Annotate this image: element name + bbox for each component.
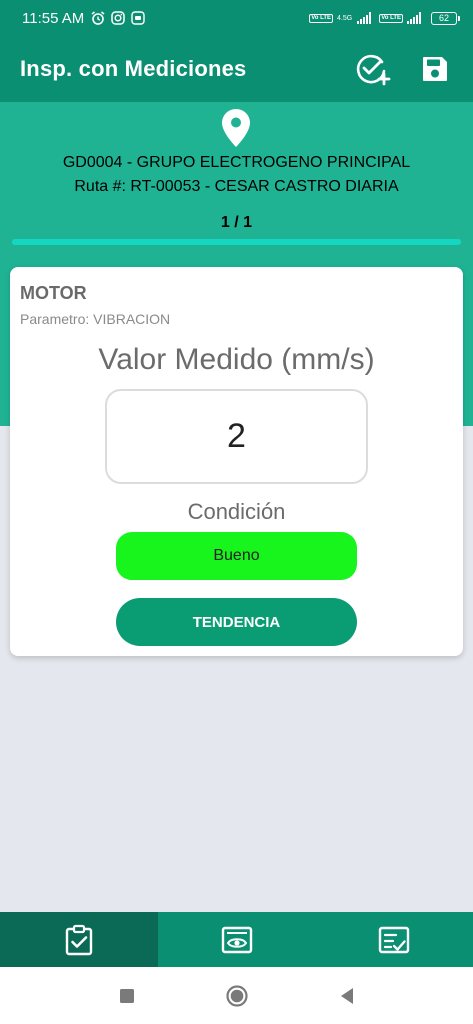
condition-label: Condición	[187, 499, 286, 524]
view-icon	[221, 926, 252, 953]
battery-icon: 62	[431, 11, 460, 25]
volte-badge-1: Vo LTE	[309, 13, 334, 23]
condition-status: Bueno	[116, 532, 357, 580]
tab-view[interactable]	[158, 912, 316, 967]
measurement-card: MOTOR Parametro: VIBRACION Valor Medido …	[10, 267, 463, 656]
status-time: 11:55 AM	[22, 9, 85, 27]
back-icon[interactable]	[335, 984, 359, 1008]
location-pin-icon	[221, 108, 251, 153]
progress-bar	[12, 239, 461, 245]
item-counter: 1 / 1	[220, 214, 253, 231]
clipboard-check-icon	[65, 924, 93, 955]
trend-button[interactable]: TENDENCIA	[116, 598, 357, 646]
signal-icon-2	[407, 12, 421, 24]
measured-value-input[interactable]: 2	[105, 389, 368, 484]
signal-icon-1	[357, 12, 372, 24]
bottom-nav	[0, 912, 473, 967]
add-check-icon[interactable]	[355, 51, 391, 87]
status-indicators: Vo LTE 4.5G Vo LTE 62	[309, 11, 460, 25]
network-type: 4.5G	[337, 14, 353, 22]
app-notification-icon	[130, 10, 146, 26]
tab-inspection[interactable]	[0, 912, 158, 967]
instagram-icon	[110, 10, 126, 26]
component-title: MOTOR	[20, 283, 87, 303]
app-bar: Insp. con Mediciones	[0, 36, 473, 102]
save-icon[interactable]	[417, 51, 453, 87]
parameter-label: Parametro: VIBRACION	[20, 311, 171, 327]
app-title: Insp. con Mediciones	[20, 56, 247, 81]
checklist-icon	[378, 926, 410, 953]
status-bar: 11:55 AM Vo LTE 4.5G Vo LTE 62	[0, 0, 473, 36]
volte-badge-2: Vo LTE	[379, 13, 403, 23]
equipment-name: GD0004 - GRUPO ELECTROGENO PRINCIPAL	[62, 154, 411, 171]
tab-checklist[interactable]	[315, 912, 473, 967]
home-icon[interactable]	[225, 984, 249, 1008]
system-nav	[0, 967, 473, 1024]
progress-fill	[12, 239, 461, 245]
alarm-icon	[90, 10, 106, 26]
recents-icon[interactable]	[115, 984, 139, 1008]
measure-label: Valor Medido (mm/s)	[98, 343, 375, 376]
route-name: Ruta #: RT-00053 - CESAR CASTRO DIARIA	[74, 178, 399, 195]
app-actions	[355, 51, 453, 87]
